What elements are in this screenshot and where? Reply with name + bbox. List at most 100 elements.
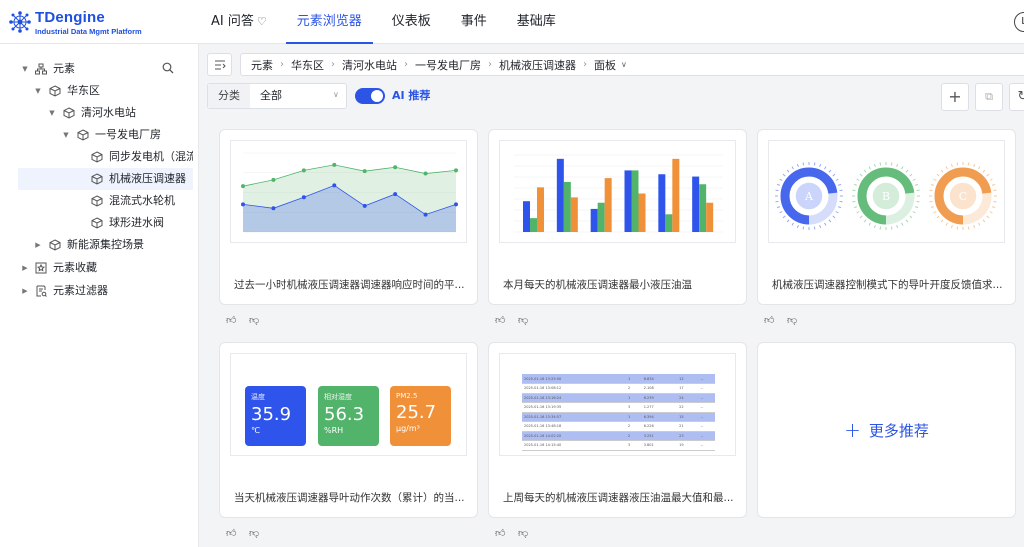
gauge-tick [929,200,933,203]
data-point [454,168,458,173]
tree-label: 元素 [53,62,75,75]
caret-right-icon[interactable]: ▶ [33,234,43,256]
gauge-tick [828,169,832,173]
caret-down-icon[interactable]: ▼ [20,58,30,80]
data-point [332,162,337,167]
table-row: 2025-01-16 13:34:57 1 6.394 15 -- [522,412,715,422]
tree-item-filters[interactable]: ▶ 元素过滤器 [18,280,193,302]
tree-item-sync-generator[interactable]: 同步发电机（混流式 [18,146,193,168]
recommend-card[interactable]: 过去一小时机械液压调速器调速器响应时间的平... [219,129,478,305]
breadcrumb-item[interactable]: 机械液压调速器 [499,57,576,73]
gauge-tick [824,222,827,226]
breadcrumb-item[interactable]: 元素 [251,57,273,73]
category-select[interactable]: 分类 全部 ∨ [207,83,347,109]
data-point [271,206,276,211]
table-cell: 3 [625,440,642,451]
metric-unit: ℃ [251,426,260,435]
nav-dashboard[interactable]: 仪表板 [377,0,446,44]
gauge-tick [775,189,779,192]
thumbs-down-icon[interactable]: 👎︎ [518,527,528,539]
breadcrumb-item[interactable]: 华东区 [291,57,324,73]
tree-item-hydraulic-governor[interactable]: 机械液压调速器 [18,168,193,190]
tree-label: 清河水电站 [81,106,136,119]
copy-button[interactable]: ⧉ [975,83,1003,111]
gauge-tick [873,163,876,168]
ai-recommend-toggle[interactable] [355,88,385,104]
refresh-button[interactable]: ↻ [1009,83,1024,111]
nav-ai-qa[interactable]: AI 问答 ♡ [196,0,282,44]
thumbs-up-icon[interactable]: 👍︎ [226,314,236,326]
thumbs-up-icon[interactable]: 👍︎ [495,314,505,326]
caret-down-icon[interactable]: ▼ [47,102,57,124]
table-cell: 1 [625,374,642,384]
tree-toggle-button[interactable] [207,53,232,76]
more-recommendations-button[interactable]: + 更多推荐 [757,342,1016,518]
gauge-tick [933,178,937,181]
recommend-card[interactable]: 温度 35.9 ℃ 相对湿度 56.3 %RH PM2.5 25.7 μg/m³… [219,342,478,518]
table-cell: 17 [677,383,699,394]
table-cell: 23 [677,431,699,441]
tree-item-powerhouse-1[interactable]: ▼ 一号发电厂房 [18,124,193,146]
chevron-down-icon[interactable]: ∨ [621,60,627,69]
gauge-tick [786,169,790,173]
nav-base-library[interactable]: 基础库 [502,0,571,44]
tree-item-qinghe-station[interactable]: ▼ 清河水电站 [18,102,193,124]
recommend-card[interactable]: 2025-01-16 13:25:00 1 6.834 12 -- 2025-01-16 … [488,342,747,518]
tree-item-spherical-valve[interactable]: 球形进水阀 [18,212,193,234]
bar [665,214,673,232]
metric-thumbnail: 温度 35.9 ℃ 相对湿度 56.3 %RH PM2.5 25.7 μg/m³ [230,353,467,456]
gauge-tick [791,166,794,170]
table-cell: 3.801 [641,440,678,451]
gauge-tick [853,206,858,209]
table-cell: 22 [677,402,699,413]
gauge-tick [868,222,871,226]
thumbs-up-icon[interactable]: 👍︎ [764,314,774,326]
gauge-tick [879,226,882,230]
table-cell: 19 [677,440,699,451]
bar [631,170,639,232]
data-point [393,165,398,170]
table-cell: 12 [677,374,699,384]
bar [672,158,680,232]
thumbs-down-icon[interactable]: 👎︎ [787,314,797,326]
user-avatar[interactable]: L [1014,12,1024,32]
tree-label: 华东区 [67,84,100,97]
tree-item-francis-turbine[interactable]: 混流式水轮机 [18,190,193,212]
data-point [241,202,245,207]
table-cell: 1.277 [641,402,678,413]
breadcrumb-item[interactable]: 面板 [594,57,616,73]
recommend-card[interactable]: 本月每天的机械液压调速器最小液压油温 [488,129,747,305]
tree-item-new-energy[interactable]: ▶ 新能源集控场景 [18,234,193,256]
caret-down-icon[interactable]: ▼ [61,124,71,146]
plus-icon: + [844,418,861,442]
metric-tile-temperature: 温度 35.9 ℃ [245,386,306,446]
breadcrumb-item[interactable]: 一号发电厂房 [415,57,481,73]
nav-events[interactable]: 事件 [446,0,502,44]
thumbs-down-icon[interactable]: 👎︎ [249,527,259,539]
tree-item-elements[interactable]: ▼ 元素 [18,58,193,80]
tree-label: 机械液压调速器 [109,172,186,185]
gauge-tick [859,173,863,177]
cube-icon [91,195,103,207]
caret-right-icon[interactable]: ▶ [20,280,30,302]
thumbs-down-icon[interactable]: 👎︎ [518,314,528,326]
tree-item-favorites[interactable]: ▶ 元素收藏 [18,257,193,279]
recommend-card[interactable]: A B C 机械液压调速器控制模式下的导叶开度反馈值求... [757,129,1016,305]
thumbs-down-icon[interactable]: 👎︎ [249,314,259,326]
tree-item-east-region[interactable]: ▼ 华东区 [18,80,193,102]
gauge-letter: C [959,190,967,203]
gauge-tick [890,162,893,166]
table-row: 2025-01-16 14:02:20 2 3.251 23 -- [522,431,715,441]
thumbs-up-icon[interactable]: 👍︎ [226,527,236,539]
caret-down-icon[interactable]: ▼ [33,80,43,102]
gauge-tick [863,169,867,173]
gauge-tick [828,219,832,223]
breadcrumb-item[interactable]: 清河水电站 [342,57,397,73]
gauge-letter: B [882,190,890,203]
logo[interactable]: TDengine Industrial Data Mgmt Platform [8,8,178,38]
thumbs-up-icon[interactable]: 👍︎ [495,527,505,539]
nav-element-browser[interactable]: 元素浏览器 [282,0,377,44]
table-cell: 2025-01-16 13:08:12 [522,383,626,394]
caret-right-icon[interactable]: ▶ [20,257,30,279]
add-button[interactable]: + [941,83,969,111]
